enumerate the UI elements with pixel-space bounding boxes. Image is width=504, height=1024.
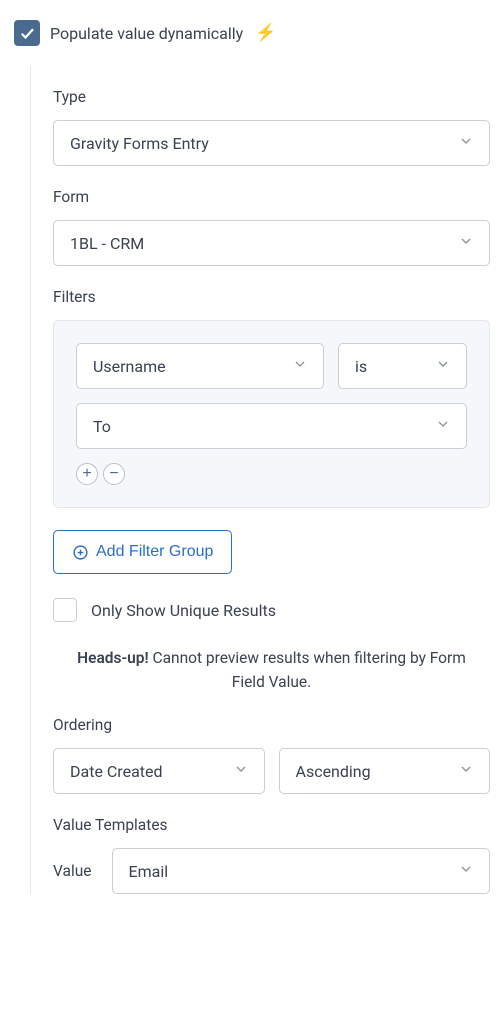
filter-operator-value: is xyxy=(355,357,367,376)
populate-dynamic-label: Populate value dynamically xyxy=(50,24,243,43)
filter-box: Username is xyxy=(53,320,490,508)
filters-field-group: Filters Username is xyxy=(53,288,490,694)
form-label: Form xyxy=(53,188,490,206)
type-label: Type xyxy=(53,88,490,106)
ordering-field-wrapper: Date Created xyxy=(53,748,265,794)
filter-field-wrapper: Username xyxy=(76,343,324,389)
type-select-wrapper: Gravity Forms Entry xyxy=(53,120,490,166)
filter-operator-select[interactable]: is xyxy=(338,343,467,389)
form-select[interactable]: 1BL - CRM xyxy=(53,220,490,266)
filters-label: Filters xyxy=(53,288,490,306)
unique-results-label: Only Show Unique Results xyxy=(91,601,276,620)
unique-results-checkbox[interactable] xyxy=(53,598,77,622)
check-icon xyxy=(18,24,36,42)
heads-up-bold: Heads-up! xyxy=(77,649,149,667)
filter-value-select[interactable]: To xyxy=(76,403,467,449)
filter-condition-row: Username is xyxy=(76,343,467,389)
unique-results-row: Only Show Unique Results xyxy=(53,598,490,622)
form-select-value: 1BL - CRM xyxy=(70,234,144,253)
ordering-direction-value: Ascending xyxy=(296,762,371,781)
ordering-label: Ordering xyxy=(53,716,490,734)
plus-circle-icon xyxy=(72,544,89,561)
ordering-field-group: Ordering Date Created Ascending xyxy=(53,716,490,794)
ordering-row: Date Created Ascending xyxy=(53,748,490,794)
add-filter-group-button[interactable]: Add Filter Group xyxy=(53,530,232,574)
heads-up-text: Cannot preview results when filtering by… xyxy=(149,649,466,691)
filter-field-value: Username xyxy=(93,357,166,376)
add-filter-group-label: Add Filter Group xyxy=(96,543,213,561)
populate-dynamic-checkbox[interactable] xyxy=(14,20,40,46)
populate-dynamic-row: Populate value dynamically ⚡ xyxy=(14,20,490,46)
ordering-direction-select[interactable]: Ascending xyxy=(279,748,491,794)
filter-row-buttons: + − xyxy=(76,463,467,485)
add-filter-row-button[interactable]: + xyxy=(76,463,98,485)
value-templates-group: Value Templates Value Email xyxy=(53,816,490,894)
lightning-icon: ⚡ xyxy=(255,23,276,43)
filter-value-wrapper: To xyxy=(76,403,467,449)
value-templates-label: Value Templates xyxy=(53,816,490,834)
type-select-value: Gravity Forms Entry xyxy=(70,134,209,153)
value-row: Value Email xyxy=(53,848,490,894)
filter-value-row: To xyxy=(76,403,467,449)
settings-panel: Type Gravity Forms Entry Form 1BL - CRM … xyxy=(30,66,490,894)
filter-value-text: To xyxy=(93,417,111,436)
filter-operator-wrapper: is xyxy=(338,343,467,389)
value-select[interactable]: Email xyxy=(112,848,491,894)
ordering-field-select[interactable]: Date Created xyxy=(53,748,265,794)
remove-filter-row-button[interactable]: − xyxy=(103,463,125,485)
type-field-group: Type Gravity Forms Entry xyxy=(53,88,490,166)
value-select-wrapper: Email xyxy=(112,848,491,894)
value-select-value: Email xyxy=(129,862,169,881)
value-field-label: Value xyxy=(53,862,92,880)
ordering-field-value: Date Created xyxy=(70,762,163,781)
type-select[interactable]: Gravity Forms Entry xyxy=(53,120,490,166)
ordering-direction-wrapper: Ascending xyxy=(279,748,491,794)
filter-field-select[interactable]: Username xyxy=(76,343,324,389)
form-select-wrapper: 1BL - CRM xyxy=(53,220,490,266)
heads-up-message: Heads-up! Cannot preview results when fi… xyxy=(53,646,490,694)
form-field-group: Form 1BL - CRM xyxy=(53,188,490,266)
